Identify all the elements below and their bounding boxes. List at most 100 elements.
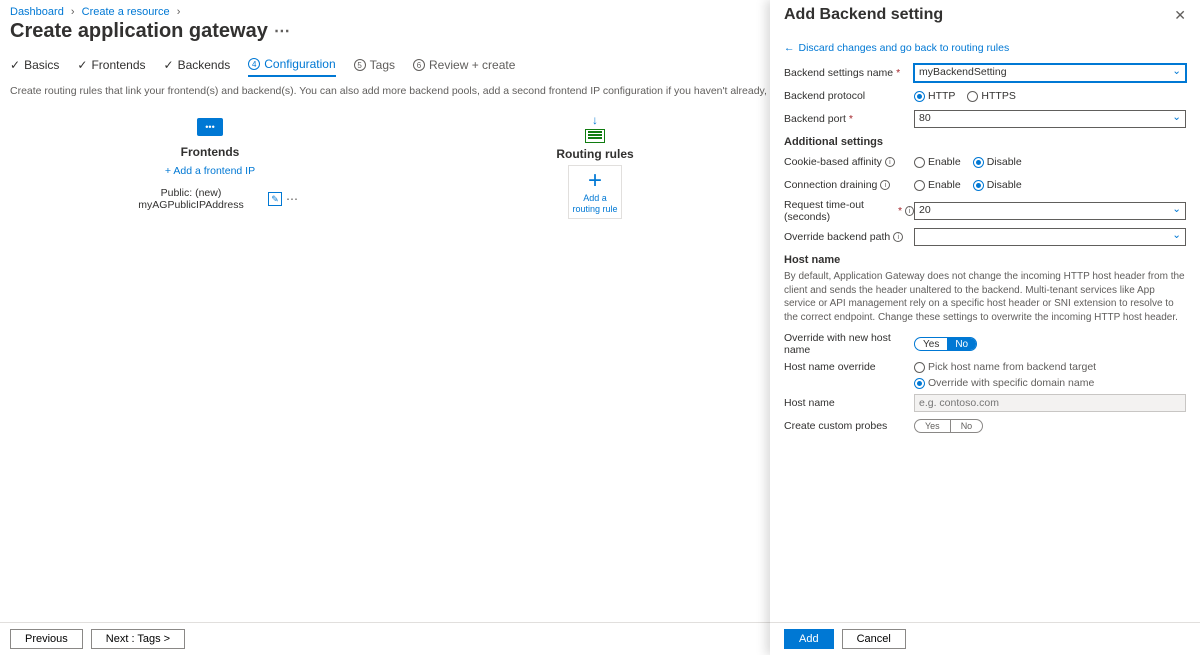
info-icon[interactable]: i bbox=[885, 157, 895, 167]
check-icon: ✓ bbox=[164, 58, 174, 72]
check-icon: ✓ bbox=[77, 58, 87, 72]
tab-label: Basics bbox=[24, 58, 59, 72]
radio-label: Pick host name from backend target bbox=[928, 361, 1096, 373]
add-backend-setting-panel: Add Backend setting ✕ ← Discard changes … bbox=[770, 0, 1200, 655]
next-button[interactable]: Next : Tags > bbox=[91, 629, 185, 649]
radio-label: Enable bbox=[928, 179, 961, 191]
discard-back-link[interactable]: ← Discard changes and go back to routing… bbox=[784, 42, 1186, 54]
frontends-heading: Frontends bbox=[120, 145, 300, 159]
backend-port-input[interactable]: 80 bbox=[914, 110, 1186, 128]
add-routing-label: Add a routing rule bbox=[569, 193, 621, 215]
label-protocol: Backend protocol bbox=[784, 90, 865, 102]
radio-affinity-enable[interactable]: Enable bbox=[914, 156, 961, 168]
additional-settings-heading: Additional settings bbox=[784, 136, 1186, 148]
plus-icon: + bbox=[588, 169, 602, 193]
label-timeout: Request time-out (seconds) bbox=[784, 199, 895, 223]
row-port: Backend port* 80 bbox=[784, 110, 1186, 128]
breadcrumb-dashboard[interactable]: Dashboard bbox=[10, 6, 64, 18]
more-icon[interactable]: ⋯ bbox=[274, 24, 290, 40]
radio-https[interactable]: HTTPS bbox=[967, 90, 1015, 102]
tab-label: Backends bbox=[178, 58, 231, 72]
routing-rules-group: ↓ Routing rules + Add a routing rule bbox=[530, 113, 660, 219]
hostname-heading: Host name bbox=[784, 254, 1186, 266]
seg-yes: Yes bbox=[915, 420, 950, 432]
toggle-yes: Yes bbox=[915, 338, 947, 350]
frontend-item-label: Public: (new) myAGPublicIPAddress bbox=[120, 187, 262, 211]
tab-frontends[interactable]: ✓Frontends bbox=[77, 53, 145, 77]
toggle-no: No bbox=[947, 338, 976, 350]
row-override-path: Override backend pathi bbox=[784, 228, 1186, 246]
page-title-text: Create application gateway bbox=[10, 20, 268, 43]
radio-drain-enable[interactable]: Enable bbox=[914, 179, 961, 191]
label-override-path: Override backend path bbox=[784, 231, 890, 243]
tab-configuration[interactable]: 4 Configuration bbox=[248, 53, 335, 77]
backend-name-input[interactable]: myBackendSetting bbox=[914, 64, 1186, 82]
radio-affinity-disable[interactable]: Disable bbox=[973, 156, 1022, 168]
tab-label: Configuration bbox=[264, 57, 335, 71]
override-path-input[interactable] bbox=[914, 228, 1186, 246]
add-frontend-ip-link[interactable]: + Add a frontend IP bbox=[165, 165, 255, 177]
previous-button[interactable]: Previous bbox=[10, 629, 83, 649]
seg-no: No bbox=[950, 420, 983, 432]
row-hostname: Host name bbox=[784, 394, 1186, 412]
more-icon[interactable]: ⋯ bbox=[284, 192, 300, 206]
label-override-host: Override with new host name bbox=[784, 332, 914, 356]
cancel-button[interactable]: Cancel bbox=[842, 629, 906, 649]
step-icon: 5 bbox=[354, 59, 366, 71]
radio-http[interactable]: HTTP bbox=[914, 90, 955, 102]
arrow-left-icon: ← bbox=[784, 42, 795, 54]
override-host-toggle[interactable]: Yes No bbox=[914, 337, 977, 351]
frontends-icon: ••• bbox=[196, 113, 224, 141]
radio-label: Enable bbox=[928, 156, 961, 168]
radio-pick-backend[interactable]: Pick host name from backend target bbox=[914, 361, 1096, 373]
timeout-input[interactable]: 20 bbox=[914, 202, 1186, 220]
add-button[interactable]: Add bbox=[784, 629, 834, 649]
edit-icon[interactable]: ✎ bbox=[268, 192, 282, 206]
step-icon: 4 bbox=[248, 58, 260, 70]
routing-rules-icon: ↓ bbox=[530, 113, 660, 143]
radio-label: HTTP bbox=[928, 90, 955, 102]
panel-title: Add Backend setting bbox=[784, 6, 943, 24]
check-icon: ✓ bbox=[10, 58, 20, 72]
radio-label: HTTPS bbox=[981, 90, 1015, 102]
label-hostname-override: Host name override bbox=[784, 361, 876, 373]
panel-body: ← Discard changes and go back to routing… bbox=[770, 28, 1200, 622]
info-icon[interactable]: i bbox=[905, 206, 914, 216]
radio-override-domain[interactable]: Override with specific domain name bbox=[914, 377, 1094, 389]
add-routing-rule-card[interactable]: + Add a routing rule bbox=[568, 165, 622, 219]
label-hostname: Host name bbox=[784, 397, 835, 409]
tab-review[interactable]: 6 Review + create bbox=[413, 53, 515, 77]
tab-label: Review + create bbox=[429, 58, 515, 72]
step-icon: 6 bbox=[413, 59, 425, 71]
close-icon[interactable]: ✕ bbox=[1174, 7, 1186, 24]
radio-label: Disable bbox=[987, 156, 1022, 168]
row-timeout: Request time-out (seconds)*i 20 bbox=[784, 199, 1186, 223]
probes-toggle[interactable]: Yes No bbox=[914, 419, 983, 433]
radio-drain-disable[interactable]: Disable bbox=[973, 179, 1022, 191]
label-affinity: Cookie-based affinity bbox=[784, 156, 882, 168]
tab-tags[interactable]: 5 Tags bbox=[354, 53, 395, 77]
frontend-item: Public: (new) myAGPublicIPAddress ✎ ⋯ bbox=[120, 187, 300, 211]
frontends-group: ••• Frontends + Add a frontend IP Public… bbox=[120, 113, 300, 211]
row-override-host: Override with new host name Yes No bbox=[784, 332, 1186, 356]
label-probes: Create custom probes bbox=[784, 420, 887, 432]
breadcrumb-create-resource[interactable]: Create a resource bbox=[82, 6, 170, 18]
tab-backends[interactable]: ✓ Backends bbox=[164, 53, 231, 77]
tab-basics[interactable]: ✓ Basics bbox=[10, 53, 59, 77]
hostname-description: By default, Application Gateway does not… bbox=[784, 270, 1186, 324]
routing-heading: Routing rules bbox=[530, 147, 660, 161]
radio-label: Disable bbox=[987, 179, 1022, 191]
tab-label: Tags bbox=[370, 58, 395, 72]
list-icon bbox=[585, 129, 605, 143]
back-link-text: Discard changes and go back to routing r… bbox=[799, 42, 1010, 54]
breadcrumb-sep: › bbox=[173, 6, 185, 18]
row-probes: Create custom probes Yes No bbox=[784, 417, 1186, 435]
info-icon[interactable]: i bbox=[880, 180, 890, 190]
info-icon[interactable]: i bbox=[893, 232, 903, 242]
row-hostname-override: Host name override Pick host name from b… bbox=[784, 361, 1186, 389]
hostname-input[interactable] bbox=[914, 394, 1186, 412]
radio-label: Override with specific domain name bbox=[928, 377, 1094, 389]
breadcrumb-sep: › bbox=[67, 6, 79, 18]
panel-header: Add Backend setting ✕ bbox=[770, 0, 1200, 28]
download-icon: ↓ bbox=[592, 113, 598, 127]
